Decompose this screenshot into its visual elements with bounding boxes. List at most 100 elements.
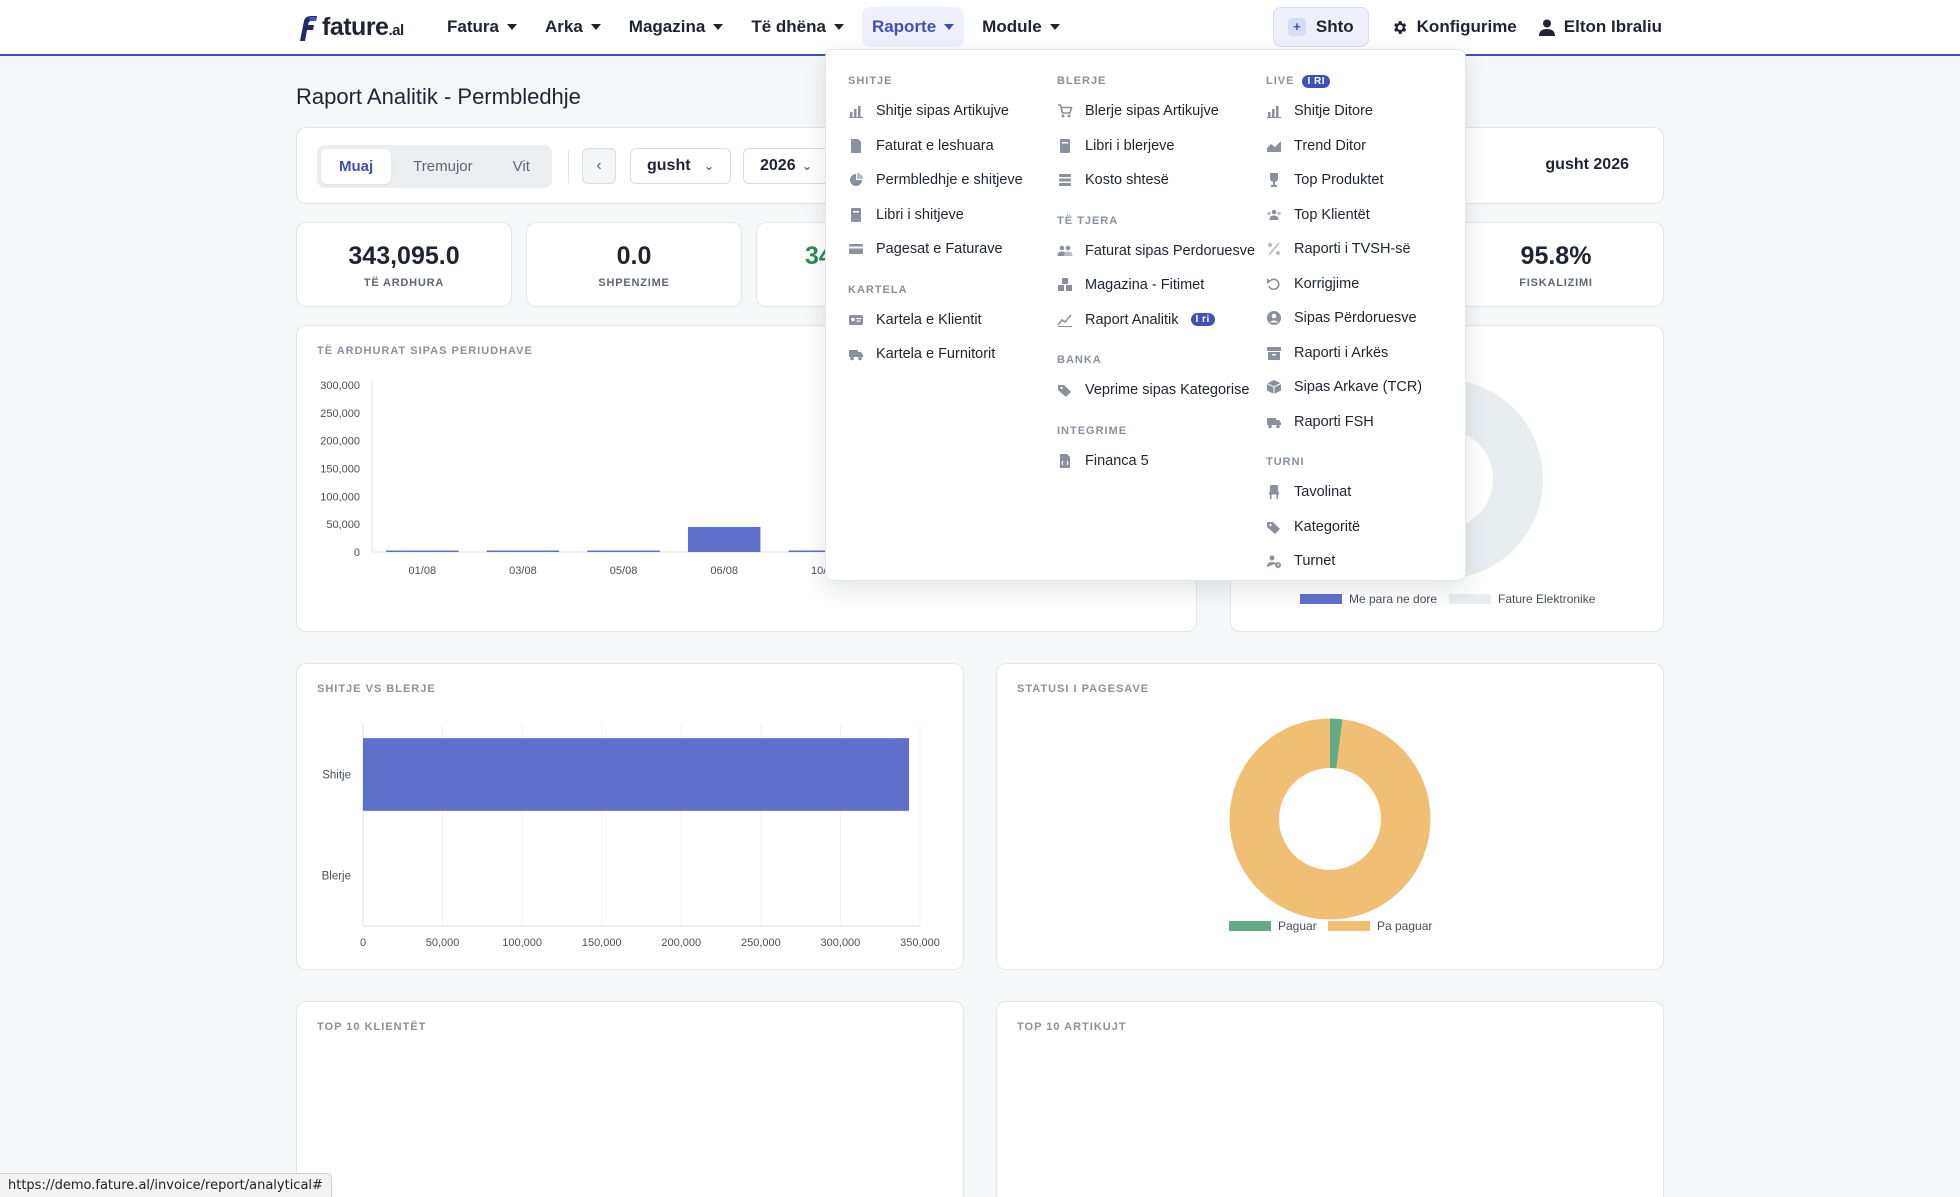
- archive-icon: [1266, 345, 1282, 361]
- dropdown-item-kategorite[interactable]: Kategoritë: [1266, 510, 1456, 545]
- dropdown-item-pagesat-e-faturave[interactable]: Pagesat e Faturave: [848, 232, 1048, 267]
- truck-icon: [848, 346, 864, 362]
- dropdown-item-shitje-ditore[interactable]: Shitje Ditore: [1266, 94, 1456, 129]
- legend-swatch-electronic: [1449, 594, 1491, 604]
- dropdown-section-label: Turni: [1266, 456, 1305, 468]
- bar-chart-icon: [848, 103, 864, 119]
- book-icon: [848, 207, 864, 223]
- pie-chart-icon: [848, 172, 864, 188]
- nav-magazina[interactable]: Magazina: [619, 7, 734, 47]
- dropdown-section-kartela: Kartela: [848, 277, 1048, 303]
- revenue-bar[interactable]: [687, 526, 761, 552]
- x-tick-label: 150,000: [582, 937, 622, 949]
- sales-vs-purchases-chart: 0 50,000 100,000 150,000 200,000 250,000 300,0…: [322, 724, 940, 949]
- new-badge: I ri: [1190, 313, 1215, 327]
- dropdown-section-turni: Turni: [1266, 449, 1456, 475]
- main-menu: Fatura Arka Magazina Të dhëna Raporte Mo…: [437, 0, 1070, 54]
- payment-status-donut: Paguar Pa paguar: [1228, 717, 1432, 933]
- dropdown-item-raport-analitik[interactable]: Raport Analitik I ri: [1057, 303, 1257, 338]
- user-icon: [1538, 19, 1555, 36]
- bar-chart-icon: [1266, 103, 1282, 119]
- dropdown-section-integrime: Integrime: [1057, 418, 1257, 444]
- dropdown-section-label: Të tjera: [1057, 214, 1119, 227]
- dropdown-item-raporti-i-tvsh-se[interactable]: Raporti i TVSH-së: [1266, 232, 1456, 267]
- dropdown-item-korrigjime[interactable]: Korrigjime: [1266, 267, 1456, 302]
- dropdown-item-shitje-sipas-artikujve[interactable]: Shitje sipas Artikujve: [848, 94, 1048, 129]
- x-tick-label: 300,000: [821, 937, 861, 949]
- revenue-chart-title: Të ardhurat sipas periudhave: [317, 345, 533, 357]
- year-select[interactable]: 2026 ⌄: [743, 148, 829, 184]
- prev-period-button[interactable]: ‹: [582, 148, 616, 184]
- dropdown-item-label: Kategoritë: [1294, 518, 1361, 535]
- dropdown-item-label: Libri i blerjeve: [1085, 137, 1175, 154]
- dropdown-item-kosto-shtese[interactable]: Kosto shtesë: [1057, 163, 1257, 198]
- year-select-value: 2026: [760, 157, 796, 174]
- chair-icon: [1266, 484, 1282, 500]
- dropdown-item-sipas-arkave-tcr[interactable]: Sipas Arkave (TCR): [1266, 370, 1456, 405]
- nav-te-dhena-label: Të dhëna: [751, 17, 826, 36]
- nav-fatura[interactable]: Fatura: [437, 7, 527, 47]
- dropdown-item-label: Faturat sipas Perdoruesve: [1085, 242, 1256, 259]
- revenue-bar[interactable]: [386, 550, 459, 553]
- period-label: gusht 2026: [1545, 156, 1629, 173]
- nav-te-dhena[interactable]: Të dhëna: [741, 7, 854, 47]
- dropdown-item-trend-ditor[interactable]: Trend Ditor: [1266, 129, 1456, 164]
- dropdown-item-raporti-fsh[interactable]: Raporti FSH: [1266, 405, 1456, 440]
- legend-swatch: [1229, 921, 1271, 931]
- dropdown-section-label: Kartela: [848, 283, 908, 296]
- nav-module[interactable]: Module: [972, 7, 1070, 47]
- dropdown-item-raporti-i-arkes[interactable]: Raporti i Arkës: [1266, 336, 1456, 371]
- top-clients-card: Top 10 Klientët: [296, 1001, 964, 1197]
- dropdown-item-financa-5[interactable]: Financa 5: [1057, 444, 1257, 479]
- revenue-bar[interactable]: [587, 550, 660, 553]
- x-tick-label: 05/08: [610, 565, 638, 577]
- file-icon: [848, 138, 864, 154]
- dropdown-item-libri-i-blerjeve[interactable]: Libri i blerjeve: [1057, 129, 1257, 164]
- dropdown-item-turnet[interactable]: Turnet: [1266, 544, 1456, 579]
- area-chart-icon: [1266, 138, 1282, 154]
- brand-logo[interactable]: fature.al: [296, 13, 404, 42]
- dropdown-item-label: Shitje sipas Artikujve: [876, 103, 1009, 120]
- nav-raporte[interactable]: Raporte: [861, 7, 965, 47]
- nav-raporte-label: Raporte: [871, 17, 937, 36]
- dropdown-item-tavolinat[interactable]: Tavolinat: [1266, 475, 1456, 510]
- caret-down-icon: [506, 24, 517, 30]
- add-button[interactable]: + Shto: [1272, 7, 1369, 47]
- truck-icon: [1266, 414, 1282, 430]
- dropdown-item-blerje-sipas-artikujve[interactable]: Blerje sipas Artikujve: [1057, 94, 1257, 129]
- dropdown-item-veprime-sipas-kategorise[interactable]: Veprime sipas Kategorise: [1057, 373, 1257, 408]
- revenue-bar[interactable]: [486, 550, 560, 553]
- dropdown-item-label: Turnet: [1294, 553, 1336, 570]
- add-button-label: Shto: [1315, 17, 1354, 36]
- segment-quarter[interactable]: Tremujor: [395, 149, 490, 184]
- dropdown-item-permbledhje-e-shitjeve[interactable]: Permbledhje e shitjeve: [848, 163, 1048, 198]
- segment-month[interactable]: Muaj: [321, 149, 392, 184]
- plus-icon: +: [1287, 18, 1306, 36]
- dropdown-item-top-klientet[interactable]: Top Klientët: [1266, 198, 1456, 233]
- dropdown-item-top-produktet[interactable]: Top Produktet: [1266, 163, 1456, 198]
- chevron-down-icon: ⌄: [801, 159, 812, 173]
- legend-label: Pa paguar: [1377, 919, 1432, 933]
- dropdown-section-label: Banka: [1057, 354, 1102, 366]
- dropdown-item-kartela-e-klientit[interactable]: Kartela e Klientit: [848, 303, 1048, 338]
- month-select-value: gusht: [647, 157, 691, 174]
- y-tick-label: 100,000: [320, 491, 360, 503]
- dropdown-item-faturat-e-leshuara[interactable]: Faturat e leshuara: [848, 129, 1048, 164]
- caret-down-icon: [1049, 24, 1060, 30]
- dropdown-item-libri-i-shitjeve[interactable]: Libri i shitjeve: [848, 198, 1048, 233]
- segment-year[interactable]: Vit: [495, 149, 548, 184]
- dropdown-item-kartela-e-furnitorit[interactable]: Kartela e Furnitorit: [848, 337, 1048, 372]
- dropdown-item-magazina-fitimet[interactable]: Magazina - Fitimet: [1057, 268, 1257, 303]
- nav-arka-label: Arka: [544, 17, 583, 36]
- sales-bar[interactable]: [363, 738, 910, 811]
- settings-link[interactable]: Konfigurime: [1391, 17, 1517, 37]
- dropdown-item-sipas-perdoruesve[interactable]: Sipas Përdoruesve: [1266, 301, 1456, 336]
- user-menu[interactable]: Elton Ibraliu: [1538, 17, 1662, 37]
- line-chart-icon: [1057, 312, 1073, 328]
- caret-down-icon: [944, 24, 955, 30]
- month-select[interactable]: gusht ⌄: [630, 148, 731, 184]
- donut-segment[interactable]: [1229, 718, 1431, 920]
- nav-arka[interactable]: Arka: [535, 7, 611, 47]
- nav-right: + Shto Konfigurime Elton Ibraliu: [1272, 0, 1662, 54]
- dropdown-item-faturat-sipas-perdoruesve[interactable]: Faturat sipas Perdoruesve: [1057, 234, 1257, 269]
